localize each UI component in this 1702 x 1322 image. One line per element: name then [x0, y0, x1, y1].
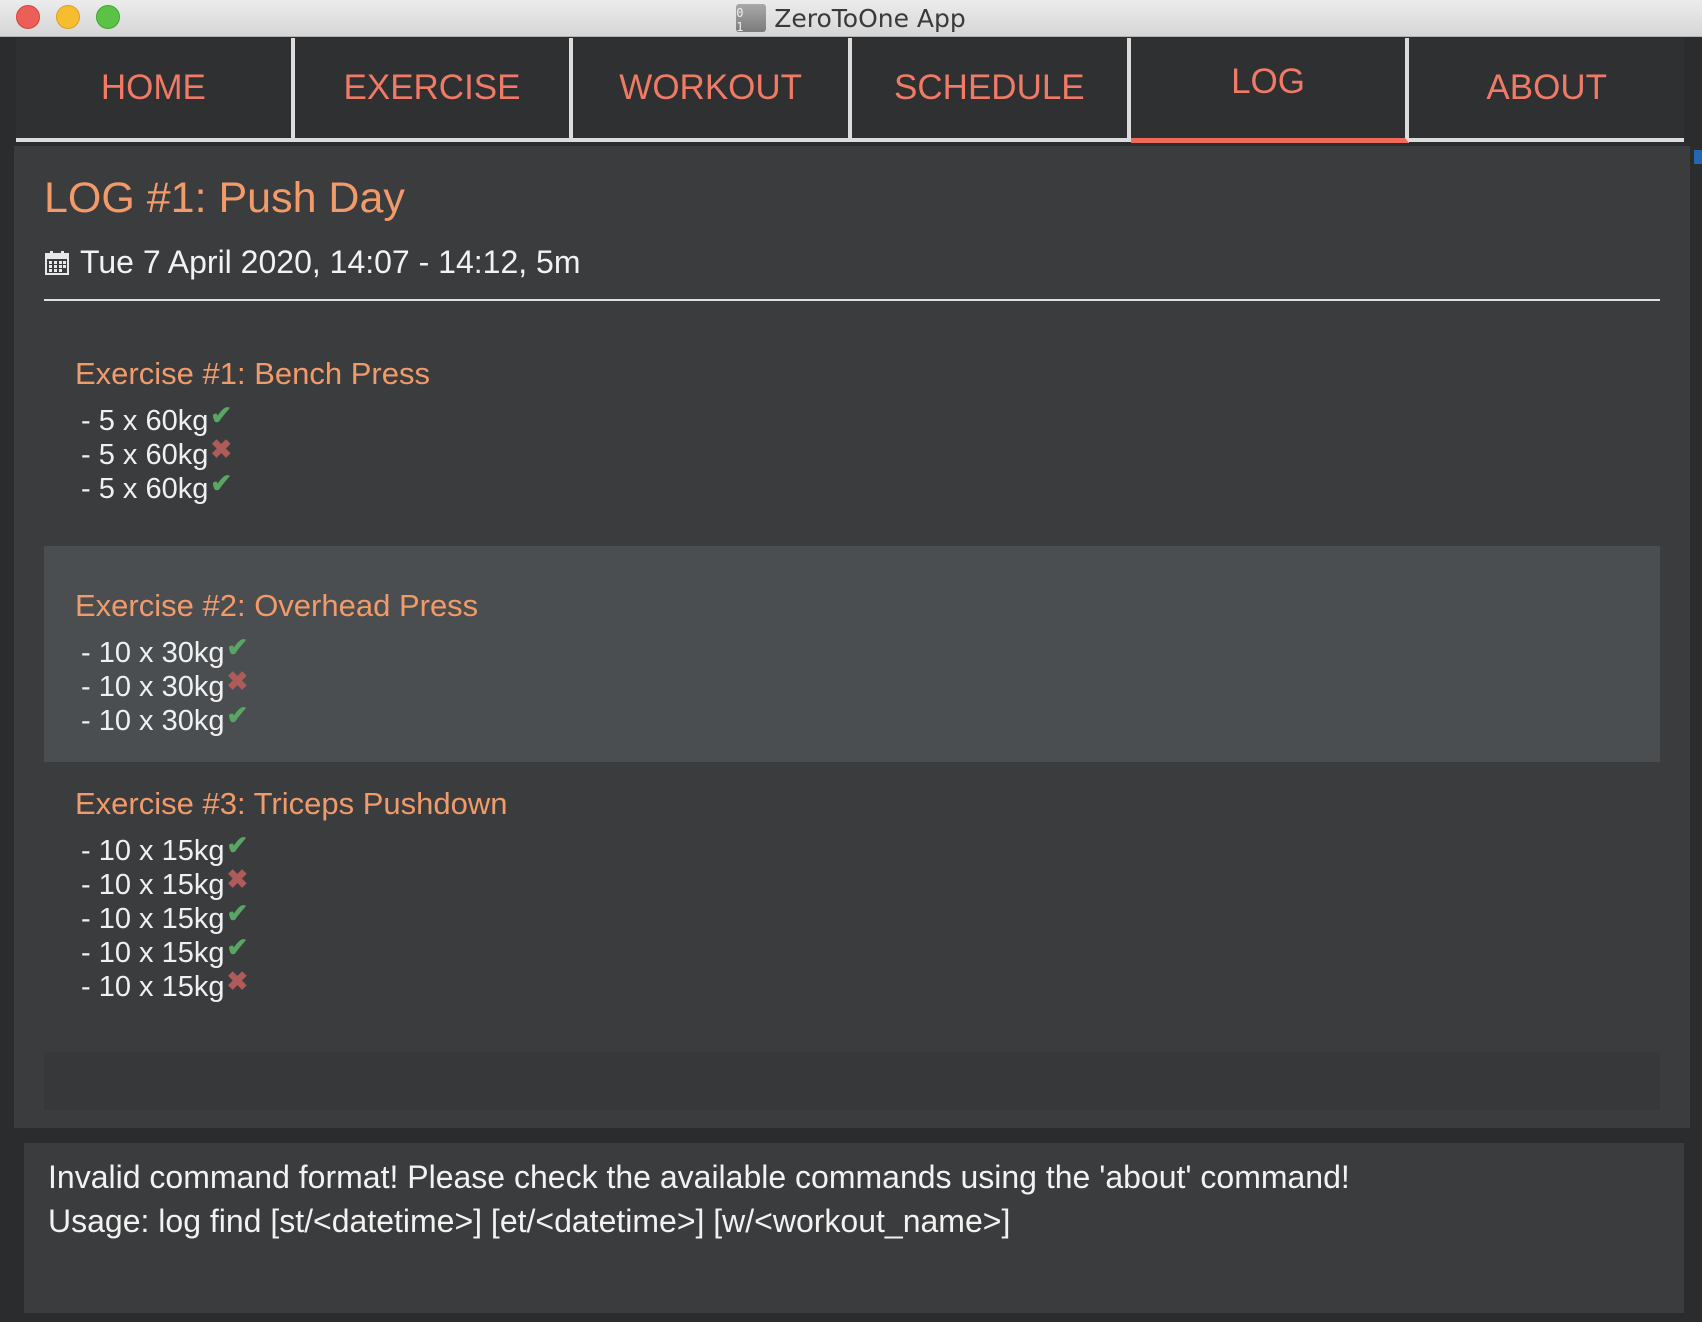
- tab-label: HOME: [100, 68, 206, 107]
- exercise-title: Exercise #1: Bench Press: [75, 356, 430, 391]
- tab-home[interactable]: HOME: [16, 38, 295, 142]
- result-display[interactable]: Invalid command format! Please check the…: [24, 1143, 1684, 1313]
- cross-icon: ✖: [226, 864, 249, 894]
- check-icon: ✔: [226, 700, 249, 730]
- calendar-icon: [45, 250, 69, 275]
- set-text: - 10 x 15kg: [81, 937, 225, 969]
- check-icon: ✔: [226, 632, 249, 662]
- log-panel: LOG #1: Push Day Tue 7 April 2020, 14:07…: [14, 146, 1690, 1128]
- check-icon: ✔: [210, 400, 233, 430]
- set-text: - 10 x 15kg: [81, 869, 225, 901]
- set-row: - 5 x 60kg ✖: [75, 434, 1660, 472]
- set-text: - 5 x 60kg: [81, 405, 209, 437]
- set-row: - 10 x 30kg ✔: [75, 700, 1660, 738]
- set-text: - 10 x 15kg: [81, 835, 225, 867]
- set-text: - 10 x 30kg: [81, 705, 225, 737]
- tab-bar: HOME EXERCISE WORKOUT SCHEDULE LOG ABOUT: [16, 38, 1685, 143]
- set-row: - 10 x 30kg ✔: [75, 632, 1660, 670]
- exercise-card: Exercise #3: Triceps Pushdown - 10 x 15k…: [44, 786, 1660, 1004]
- list-footer: [44, 1052, 1660, 1110]
- result-message: Invalid command format! Please check the…: [48, 1159, 1350, 1195]
- tab-exercise[interactable]: EXERCISE: [294, 38, 574, 142]
- title-bar: 0 1 ZeroToOne App: [0, 0, 1702, 37]
- app-window: 0 1 ZeroToOne App HOME EXERCISE WORKOUT …: [0, 0, 1702, 1322]
- log-date-row: Tue 7 April 2020, 14:07 - 14:12, 5m: [44, 244, 580, 281]
- log-date: Tue 7 April 2020, 14:07 - 14:12, 5m: [80, 244, 581, 280]
- set-text: - 10 x 15kg: [81, 903, 225, 935]
- log-title: LOG #1: Push Day: [44, 174, 405, 222]
- set-row: - 10 x 30kg ✖: [75, 666, 1660, 704]
- set-row: - 10 x 15kg ✔: [75, 932, 1660, 970]
- set-row: - 10 x 15kg ✔: [75, 830, 1660, 868]
- check-icon: ✔: [226, 830, 249, 860]
- app-icon: 0 1: [736, 4, 767, 34]
- set-text: - 10 x 30kg: [81, 637, 225, 669]
- set-text: - 5 x 60kg: [81, 439, 209, 471]
- tab-schedule[interactable]: SCHEDULE: [852, 38, 1131, 142]
- window-title: ZeroToOne App: [774, 3, 966, 33]
- set-row: - 5 x 60kg ✔: [75, 468, 1660, 506]
- exercise-card: Exercise #1: Bench Press - 5 x 60kg ✔ - 5…: [44, 356, 1660, 506]
- cross-icon: ✖: [210, 434, 233, 464]
- set-text: - 10 x 30kg: [81, 671, 225, 703]
- result-usage: Usage: log find [st/<datetime>] [et/<dat…: [48, 1203, 1011, 1239]
- scrollbar-thumb[interactable]: [1694, 150, 1702, 164]
- tab-workout[interactable]: WORKOUT: [573, 38, 853, 142]
- exercise-title: Exercise #2: Overhead Press: [75, 588, 479, 623]
- tab-label: EXERCISE: [343, 68, 521, 107]
- tab-label: SCHEDULE: [894, 68, 1085, 107]
- set-row: - 10 x 15kg ✖: [75, 966, 1660, 1004]
- check-icon: ✔: [226, 932, 249, 962]
- check-icon: ✔: [210, 468, 233, 498]
- cross-icon: ✖: [226, 666, 249, 696]
- exercise-title: Exercise #3: Triceps Pushdown: [75, 786, 508, 821]
- tab-about[interactable]: ABOUT: [1409, 38, 1685, 142]
- set-row: - 10 x 15kg ✖: [75, 864, 1660, 902]
- tab-label: LOG: [1231, 62, 1305, 101]
- check-icon: ✔: [226, 898, 249, 928]
- set-text: - 10 x 15kg: [81, 971, 225, 1003]
- exercise-card: Exercise #2: Overhead Press - 10 x 30kg ✔…: [44, 546, 1660, 762]
- tab-log[interactable]: LOG: [1130, 38, 1410, 143]
- divider: [44, 299, 1660, 301]
- tab-label: WORKOUT: [619, 68, 803, 107]
- window-title-wrap: 0 1 ZeroToOne App: [0, 0, 1702, 36]
- set-row: - 5 x 60kg ✔: [75, 400, 1660, 438]
- tab-label: ABOUT: [1486, 68, 1607, 107]
- cross-icon: ✖: [226, 966, 249, 996]
- set-row: - 10 x 15kg ✔: [75, 898, 1660, 936]
- set-text: - 5 x 60kg: [81, 473, 209, 505]
